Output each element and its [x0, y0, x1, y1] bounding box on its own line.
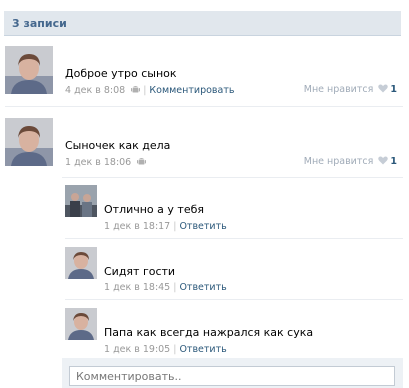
android-icon — [137, 158, 147, 165]
comment-input[interactable] — [70, 367, 394, 385]
like-label: Мне нравится — [303, 84, 374, 95]
avatar-photo — [65, 185, 97, 217]
comment-input-box[interactable] — [69, 366, 395, 386]
reply-link[interactable]: Ответить — [179, 282, 226, 293]
comment-meta: 1 дек в 18:45 | Ответить — [104, 282, 227, 293]
comment-text: Сидят гости — [104, 265, 176, 278]
android-icon — [131, 86, 141, 93]
post-date[interactable]: 1 дек в 18:06 — [65, 157, 131, 168]
post-meta: 4 дек в 8:08 | Комментировать — [65, 85, 235, 96]
post-meta: 1 дек в 18:06 — [65, 156, 147, 168]
post-divider — [5, 106, 403, 107]
comment-divider — [65, 299, 403, 300]
post-text: Доброе утро сынок — [65, 67, 177, 80]
comment-date[interactable]: 1 дек в 19:05 — [104, 344, 170, 355]
like-label: Мне нравится — [303, 156, 374, 167]
heart-icon — [378, 84, 389, 93]
like-button[interactable]: Мне нравится 1 — [304, 156, 397, 167]
comments-divider — [62, 177, 403, 178]
comment-avatar[interactable] — [65, 308, 97, 340]
post-date[interactable]: 4 дек в 8:08 — [65, 85, 125, 96]
comment-avatar[interactable] — [65, 247, 97, 279]
comment-text: Отлично а у тебя — [104, 203, 204, 216]
like-count: 1 — [390, 156, 397, 167]
comment-text: Папа как всегда нажрался как сука — [104, 326, 314, 339]
comment-date[interactable]: 1 дек в 18:45 — [104, 282, 170, 293]
posts-count-title: 3 записи — [12, 17, 67, 30]
avatar-photo — [5, 118, 53, 166]
avatar[interactable] — [5, 118, 53, 166]
avatar-photo — [65, 247, 97, 279]
wall-header: 3 записи — [4, 11, 401, 36]
avatar-photo — [5, 46, 53, 94]
comment-meta: 1 дек в 18:17 | Ответить — [104, 221, 227, 232]
comment-date[interactable]: 1 дек в 18:17 — [104, 221, 170, 232]
comment-divider — [65, 238, 403, 239]
comment-meta: 1 дек в 19:05 | Ответить — [104, 344, 227, 355]
like-count: 1 — [390, 84, 397, 95]
comment-link[interactable]: Комментировать — [149, 85, 234, 96]
comment-avatar[interactable] — [65, 185, 97, 217]
reply-link[interactable]: Ответить — [179, 344, 226, 355]
like-button[interactable]: Мне нравится 1 — [304, 84, 397, 95]
post-text: Сыночек как дела — [65, 139, 171, 152]
avatar-photo — [65, 308, 97, 340]
heart-icon — [378, 156, 389, 165]
reply-link[interactable]: Ответить — [179, 221, 226, 232]
avatar[interactable] — [5, 46, 53, 94]
